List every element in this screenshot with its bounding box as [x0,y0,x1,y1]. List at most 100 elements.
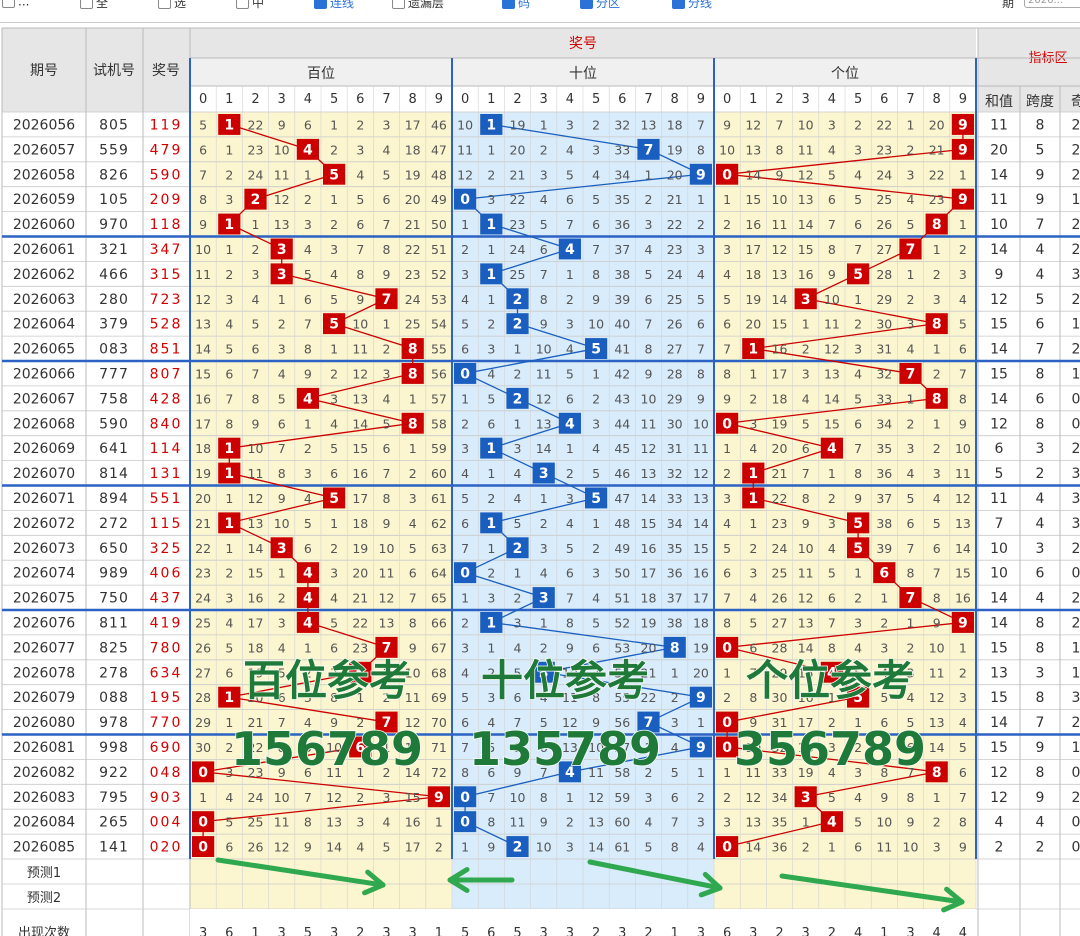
count-cell: 3 [906,926,914,936]
trend-chart: 期号 试机号 奖号奖号指标区百位 十位 个位0 1 2 3 4 5 6 7 8 9 0 1 2 3 4 5 6 7 8 9 0 1… [1,27,1080,936]
miss-count: 16 [745,217,761,232]
odd-cell: 3 [1072,491,1080,507]
hit-number: 5 [329,167,339,183]
trial-cell: 466 [99,267,129,283]
miss-count: 5 [828,790,836,805]
miss-count: 6 [356,217,364,232]
miss-count: 2 [933,441,941,456]
miss-count: 14 [955,541,971,556]
miss-count: 2 [723,466,731,481]
miss-count: 2 [697,790,705,805]
miss-count: 24 [876,167,892,182]
miss-count: 4 [697,267,705,282]
miss-count: 1 [304,640,312,655]
trial-cell: 379 [99,317,129,333]
miss-count: 2 [907,292,915,307]
miss-count: 15 [798,242,814,257]
miss-count: 12 [772,242,788,257]
span-cell: 6 [1036,566,1045,582]
miss-count: 4 [356,840,364,855]
miss-count: 2 [671,690,679,705]
odd-cell: 3 [1072,267,1080,283]
miss-count: 3 [933,840,941,855]
miss-count: 37 [876,491,892,506]
count-cell: 2 [775,926,783,936]
miss-count: 13 [352,391,368,406]
miss-count: 4 [854,790,862,805]
miss-count: 4 [461,466,469,481]
span-cell: 8 [1036,117,1045,133]
odd-cell: 3 [1072,466,1080,482]
miss-count: 24 [510,242,526,257]
miss-count: 2 [723,790,731,805]
miss-count: 4 [566,342,574,357]
miss-count: 1 [880,591,888,606]
miss-count: 13 [274,217,290,232]
miss-count: 6 [383,192,391,207]
miss-count: 7 [304,790,312,805]
miss-count: 3 [671,715,679,730]
miss-count: 5 [566,366,574,381]
miss-count: 5 [907,217,915,232]
miss-count: 2 [487,167,495,182]
miss-count: 7 [933,566,941,581]
miss-count: 1 [723,192,731,207]
miss-count: 38 [876,516,892,531]
miss-count: 2 [461,615,469,630]
miss-count: 22 [667,217,683,232]
miss-count: 15 [693,541,709,556]
span-cell: 9 [1036,167,1045,183]
miss-count: 1 [514,342,522,357]
miss-count: 22 [248,117,264,132]
miss-count: 3 [854,342,862,357]
sum-cell: 14 [990,242,1008,258]
header-digit: 4 [304,92,312,107]
miss-count: 8 [383,491,391,506]
miss-count: 2 [514,591,522,606]
sum-cell: 10 [990,217,1008,233]
hit-number: 0 [722,740,732,756]
miss-count: 7 [383,466,391,481]
miss-count: 6 [487,416,495,431]
miss-count: 32 [667,466,683,481]
miss-count: 14 [745,840,761,855]
hit-number: 0 [460,192,470,208]
miss-count: 4 [854,640,862,655]
miss-count: 60 [431,466,447,481]
count-cell: 6 [487,926,495,936]
miss-count: 3 [330,566,338,581]
miss-count: 10 [876,815,892,830]
miss-count: 4 [409,516,417,531]
miss-count: 55 [431,342,447,357]
miss-count: 13 [588,815,604,830]
miss-count: 4 [697,840,705,855]
miss-count: 14 [588,840,604,855]
miss-count: 5 [330,441,338,456]
miss-count: 3 [723,815,731,830]
period-cell: 2026082 [13,765,75,781]
miss-count: 2 [592,391,600,406]
header-digit: 2 [513,92,521,107]
miss-count: 2 [514,366,522,381]
miss-count: 20 [641,640,657,655]
miss-count: 9 [409,640,417,655]
miss-count: 11 [457,142,473,157]
hit-number: 9 [958,142,968,158]
trial-cell: 989 [99,566,129,582]
miss-count: 6 [802,441,810,456]
miss-count: 2 [225,566,233,581]
miss-count: 18 [248,640,264,655]
miss-count: 1 [461,840,469,855]
miss-count: 1 [540,491,548,506]
trial-cell: 825 [99,640,129,656]
miss-count: 46 [431,117,447,132]
miss-count: 9 [907,815,915,830]
miss-count: 8 [907,566,915,581]
miss-count: 2 [225,167,233,182]
miss-count: 9 [383,516,391,531]
hit-number: 4 [827,441,837,457]
miss-count: 2 [540,516,548,531]
miss-count: 3 [330,242,338,257]
period-cell: 2026062 [13,267,75,283]
miss-count: 26 [772,591,788,606]
